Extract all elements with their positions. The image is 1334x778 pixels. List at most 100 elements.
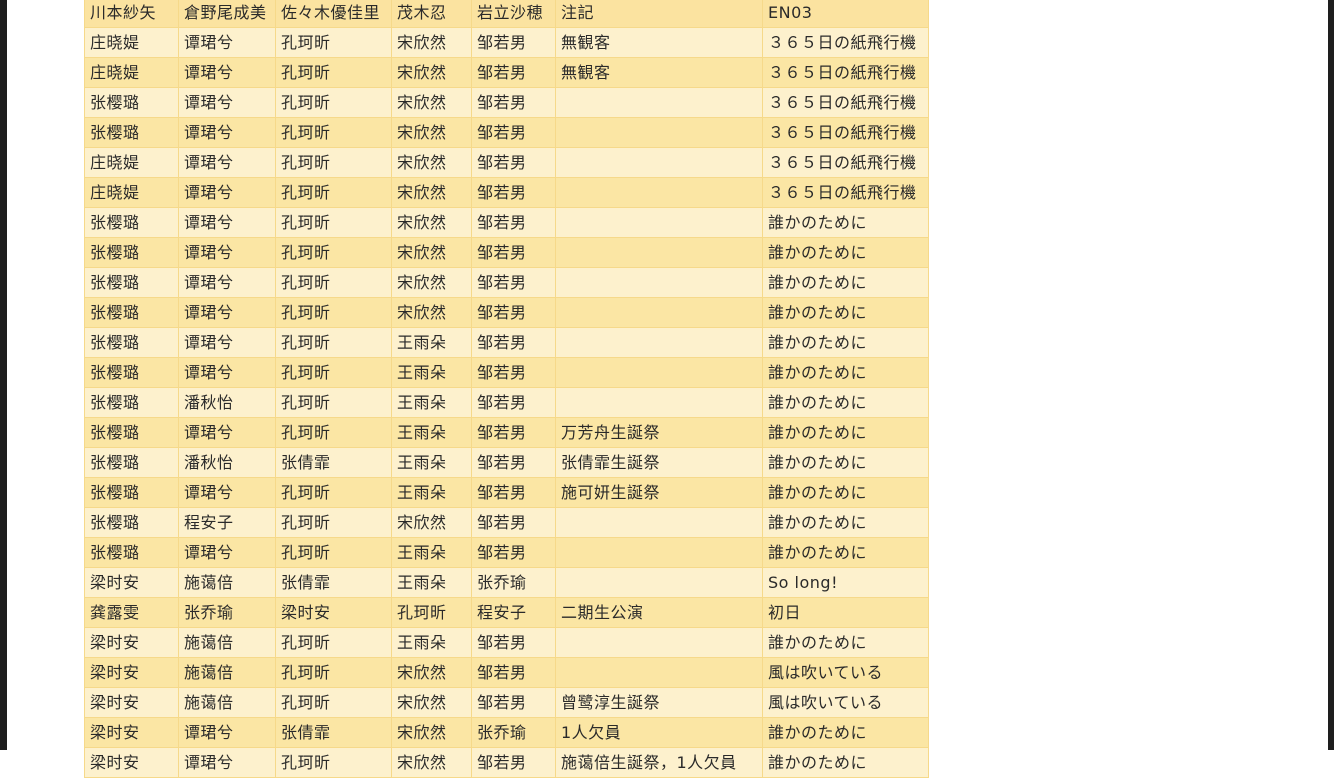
- table-cell[interactable]: 张樱璐: [84, 507, 179, 538]
- table-cell[interactable]: 邹若男: [471, 507, 556, 538]
- table-cell[interactable]: 宋欣然: [391, 117, 472, 148]
- table-cell[interactable]: 庄晓媞: [84, 147, 179, 178]
- table-cell[interactable]: 邹若男: [471, 357, 556, 388]
- table-cell[interactable]: 张樱璐: [84, 327, 179, 358]
- table-cell[interactable]: 张樱璐: [84, 387, 179, 418]
- table-cell[interactable]: 梁时安: [275, 597, 392, 628]
- table-cell[interactable]: 张倩霏: [275, 447, 392, 478]
- table-cell[interactable]: 万芳舟生誕祭: [555, 417, 763, 448]
- table-cell[interactable]: [555, 237, 763, 268]
- column-header[interactable]: 倉野尾成美: [178, 0, 276, 28]
- table-cell[interactable]: [555, 567, 763, 598]
- table-cell[interactable]: 王雨朵: [391, 477, 472, 508]
- table-cell[interactable]: 谭珺兮: [178, 87, 276, 118]
- table-cell[interactable]: 孔珂昕: [275, 537, 392, 568]
- table-cell[interactable]: 宋欣然: [391, 57, 472, 88]
- table-cell[interactable]: 张樱璐: [84, 357, 179, 388]
- table-cell[interactable]: 邹若男: [471, 627, 556, 658]
- table-cell[interactable]: 誰かのために: [762, 717, 929, 748]
- table-cell[interactable]: 孔珂昕: [275, 147, 392, 178]
- table-cell[interactable]: ３６５日の紙飛行機: [762, 177, 929, 208]
- table-cell[interactable]: 王雨朵: [391, 537, 472, 568]
- table-cell[interactable]: 梁时安: [84, 717, 179, 748]
- table-cell[interactable]: 梁时安: [84, 567, 179, 598]
- table-cell[interactable]: 邹若男: [471, 657, 556, 688]
- table-cell[interactable]: 张乔瑜: [178, 597, 276, 628]
- table-cell[interactable]: 宋欣然: [391, 657, 472, 688]
- table-cell[interactable]: 龚露雯: [84, 597, 179, 628]
- table-cell[interactable]: 孔珂昕: [275, 177, 392, 208]
- table-cell[interactable]: 誰かのために: [762, 327, 929, 358]
- table-cell[interactable]: 邹若男: [471, 207, 556, 238]
- table-cell[interactable]: 庄晓媞: [84, 27, 179, 58]
- table-cell[interactable]: 孔珂昕: [275, 297, 392, 328]
- table-cell[interactable]: 张樱璐: [84, 477, 179, 508]
- table-cell[interactable]: 宋欣然: [391, 87, 472, 118]
- table-cell[interactable]: 孔珂昕: [275, 507, 392, 538]
- table-cell[interactable]: 梁时安: [84, 687, 179, 718]
- table-cell[interactable]: 邹若男: [471, 387, 556, 418]
- table-cell[interactable]: 孔珂昕: [275, 27, 392, 58]
- table-cell[interactable]: 宋欣然: [391, 687, 472, 718]
- table-cell[interactable]: 梁时安: [84, 657, 179, 688]
- table-cell[interactable]: 邹若男: [471, 747, 556, 778]
- table-cell[interactable]: [555, 537, 763, 568]
- table-cell[interactable]: So long!: [762, 567, 929, 598]
- table-cell[interactable]: 誰かのために: [762, 297, 929, 328]
- table-cell[interactable]: 風は吹いている: [762, 687, 929, 718]
- table-cell[interactable]: 王雨朵: [391, 447, 472, 478]
- table-cell[interactable]: 张樱璐: [84, 267, 179, 298]
- table-cell[interactable]: 宋欣然: [391, 177, 472, 208]
- table-cell[interactable]: 孔珂昕: [275, 417, 392, 448]
- table-cell[interactable]: 宋欣然: [391, 147, 472, 178]
- table-cell[interactable]: 谭珺兮: [178, 177, 276, 208]
- table-cell[interactable]: 王雨朵: [391, 387, 472, 418]
- table-cell[interactable]: 誰かのために: [762, 447, 929, 478]
- table-cell[interactable]: 孔珂昕: [275, 87, 392, 118]
- table-cell[interactable]: 张倩霏: [275, 567, 392, 598]
- table-cell[interactable]: 张乔瑜: [471, 567, 556, 598]
- table-cell[interactable]: 谭珺兮: [178, 147, 276, 178]
- column-header[interactable]: 川本紗矢: [84, 0, 179, 28]
- table-cell[interactable]: 谭珺兮: [178, 327, 276, 358]
- table-cell[interactable]: 邹若男: [471, 447, 556, 478]
- table-cell[interactable]: 初日: [762, 597, 929, 628]
- table-cell[interactable]: 张樱璐: [84, 447, 179, 478]
- table-cell[interactable]: 1人欠員: [555, 717, 763, 748]
- table-cell[interactable]: 张樱璐: [84, 207, 179, 238]
- table-cell[interactable]: 宋欣然: [391, 717, 472, 748]
- table-cell[interactable]: 無観客: [555, 27, 763, 58]
- table-cell[interactable]: 庄晓媞: [84, 57, 179, 88]
- table-cell[interactable]: 邹若男: [471, 27, 556, 58]
- table-cell[interactable]: 孔珂昕: [275, 237, 392, 268]
- table-cell[interactable]: 宋欣然: [391, 507, 472, 538]
- table-cell[interactable]: 邹若男: [471, 177, 556, 208]
- table-cell[interactable]: 潘秋怡: [178, 387, 276, 418]
- column-header[interactable]: EN03: [762, 0, 929, 28]
- table-cell[interactable]: 谭珺兮: [178, 537, 276, 568]
- column-header[interactable]: 岩立沙穂: [471, 0, 556, 28]
- table-cell[interactable]: 誰かのために: [762, 537, 929, 568]
- table-cell[interactable]: 誰かのために: [762, 267, 929, 298]
- table-cell[interactable]: 张樱璐: [84, 87, 179, 118]
- table-cell[interactable]: 邹若男: [471, 237, 556, 268]
- table-cell[interactable]: 風は吹いている: [762, 657, 929, 688]
- table-cell[interactable]: 宋欣然: [391, 267, 472, 298]
- table-cell[interactable]: 王雨朵: [391, 627, 472, 658]
- table-cell[interactable]: 施蔼倍: [178, 627, 276, 658]
- table-cell[interactable]: 施蔼倍: [178, 657, 276, 688]
- table-cell[interactable]: 张樱璐: [84, 297, 179, 328]
- table-cell[interactable]: 王雨朵: [391, 357, 472, 388]
- table-cell[interactable]: ３６５日の紙飛行機: [762, 147, 929, 178]
- table-cell[interactable]: 誰かのために: [762, 417, 929, 448]
- table-cell[interactable]: 誰かのために: [762, 387, 929, 418]
- table-cell[interactable]: 梁时安: [84, 747, 179, 778]
- table-cell[interactable]: 孔珂昕: [275, 357, 392, 388]
- table-cell[interactable]: 邹若男: [471, 117, 556, 148]
- table-cell[interactable]: 誰かのために: [762, 207, 929, 238]
- table-cell[interactable]: 张樱璐: [84, 117, 179, 148]
- table-cell[interactable]: 無観客: [555, 57, 763, 88]
- table-cell[interactable]: [555, 627, 763, 658]
- column-header[interactable]: 佐々木優佳里: [275, 0, 392, 28]
- table-cell[interactable]: 孔珂昕: [275, 387, 392, 418]
